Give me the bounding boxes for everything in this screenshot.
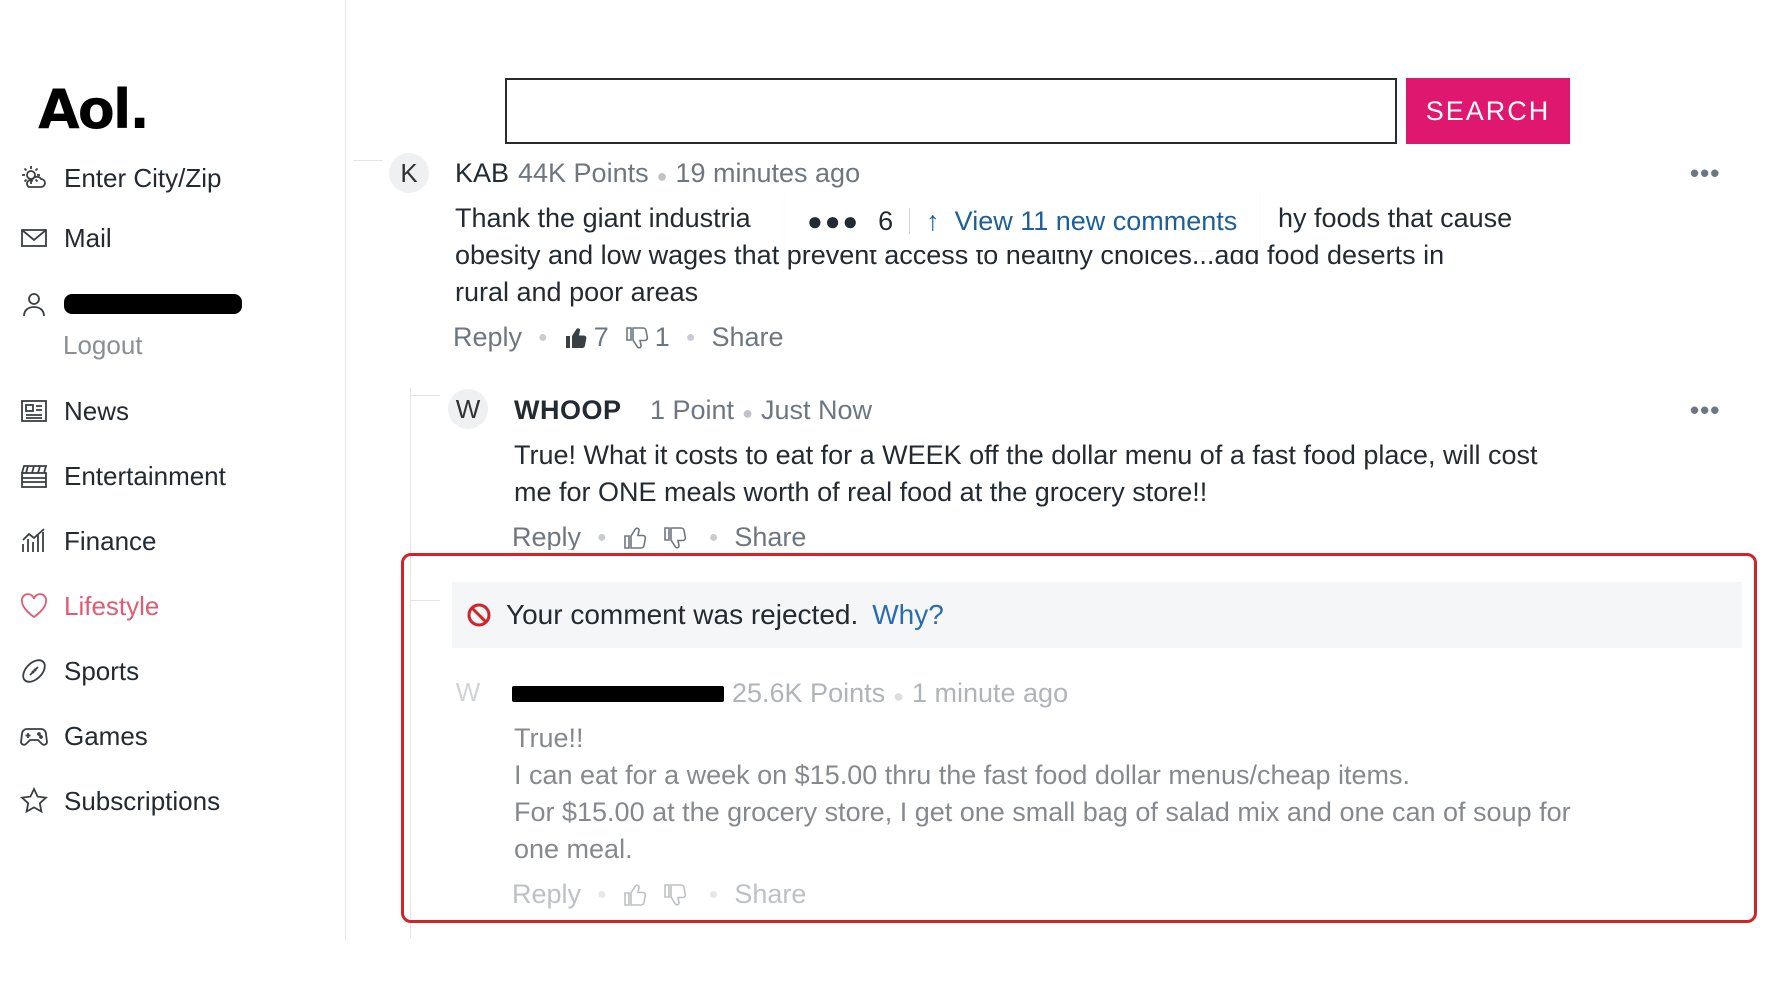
sidebar-item-games[interactable]: Games (18, 716, 148, 756)
comment-actions: Reply ● ● Share (512, 522, 806, 550)
comment-body-line: one meal. (514, 834, 633, 864)
comment-actions-clip: Reply ● ● Share (500, 520, 900, 550)
comment-author[interactable]: WHOOP (514, 395, 622, 426)
comment-author[interactable]: KAB (455, 158, 509, 189)
sidebar-item-lifestyle[interactable]: Lifestyle (18, 586, 159, 626)
reply-button[interactable]: Reply (512, 522, 581, 550)
comment-body-line: I can eat for a week on $15.00 thru the … (514, 760, 1411, 790)
comment-time: 1 minute ago (911, 678, 1069, 708)
sidebar-item-subscriptions[interactable]: Subscriptions (18, 781, 220, 821)
thumbs-down-icon (625, 326, 648, 348)
comment-meta: 44K Points ● 19 minutes ago (518, 158, 861, 188)
aol-logo[interactable]: Aol. (38, 78, 150, 141)
thumbs-down-icon (663, 883, 686, 905)
more-options-button[interactable]: ••• (1690, 158, 1720, 189)
thread-line (410, 395, 440, 396)
redacted-author (512, 686, 724, 702)
sidebar-item-news[interactable]: News (18, 391, 129, 431)
sidebar-item-account[interactable] (18, 284, 242, 324)
dislike-button[interactable]: 1 (625, 322, 670, 353)
more-options-button[interactable]: ••• (1690, 395, 1720, 426)
rejected-message: Your comment was rejected. (506, 599, 859, 630)
view-new-comments-link[interactable]: ↑ View 11 new comments (926, 206, 1237, 237)
divider (909, 208, 911, 234)
comment-time: Just Now (760, 395, 872, 425)
comment-body-line: True! What it costs to eat for a WEEK of… (514, 440, 1538, 470)
mail-icon (18, 222, 50, 254)
thumbs-up-icon[interactable] (623, 526, 647, 550)
redacted-username (64, 294, 242, 314)
football-icon (18, 655, 50, 687)
like-count: 7 (593, 322, 609, 352)
comment-body-line: hy foods that cause (1278, 203, 1513, 233)
logout-link[interactable]: Logout (63, 330, 143, 361)
comment-points: 1 Point (650, 395, 735, 425)
search-button[interactable]: SEARCH (1406, 78, 1570, 144)
typing-dots-icon: ●●● (807, 205, 861, 236)
reply-button: Reply (512, 879, 582, 909)
avatar: W (455, 676, 481, 707)
heart-icon (18, 590, 50, 622)
sidebar-item-label: Enter City/Zip (64, 162, 222, 193)
comment-time: 19 minutes ago (675, 158, 861, 188)
sidebar-item-weather[interactable]: Enter City/Zip (18, 158, 222, 198)
share-button[interactable]: Share (711, 322, 783, 353)
comment-points: 44K Points (518, 158, 649, 188)
news-icon (18, 395, 50, 427)
comment-actions: Reply ● 7 1 ● Share (453, 322, 784, 353)
chart-icon (18, 525, 50, 557)
dislike-count: 1 (654, 322, 670, 352)
comment-points: 25.6K Points (732, 678, 886, 708)
user-icon (18, 288, 50, 320)
sidebar-item-finance[interactable]: Finance (18, 521, 157, 561)
sidebar-item-sports[interactable]: Sports (18, 651, 139, 691)
new-comments-pill[interactable]: ●●● 6 ↑ View 11 new comments (785, 192, 1260, 250)
comment-body-line: For $15.00 at the grocery store, I get o… (514, 797, 1571, 827)
sidebar-item-label: Games (64, 720, 148, 751)
why-link[interactable]: Why? (872, 599, 944, 631)
prohibited-icon (467, 603, 491, 627)
sidebar-item-label: Entertainment (64, 460, 226, 491)
comment-meta: 25.6K Points ● 1 minute ago (732, 678, 1069, 708)
thumbs-down-icon[interactable] (663, 526, 687, 550)
search-box (505, 78, 1397, 144)
star-icon (18, 785, 50, 817)
comment-body-line: rural and poor areas (455, 277, 699, 307)
sidebar-item-label: Finance (64, 525, 157, 556)
arrow-up-icon: ↑ (926, 205, 940, 236)
share-button: Share (734, 879, 807, 909)
weather-icon (18, 162, 50, 194)
clapperboard-icon (18, 460, 50, 492)
thumbs-up-icon (623, 884, 646, 906)
sidebar-item-entertainment[interactable]: Entertainment (18, 456, 226, 496)
sidebar-item-label: Lifestyle (64, 590, 160, 621)
new-comments-count: 6 (878, 205, 894, 236)
comment-actions: Reply ● ● Share (512, 879, 807, 909)
thread-line (353, 160, 383, 161)
comment-body-line: Thank the giant industria (455, 203, 751, 233)
share-button[interactable]: Share (734, 522, 806, 550)
sidebar-item-mail[interactable]: Mail (18, 218, 112, 258)
thumbs-up-icon (565, 327, 587, 348)
comment-body-line: True!! (514, 723, 584, 753)
comment-meta: 1 Point ● Just Now (650, 395, 872, 425)
search-input[interactable] (507, 80, 1395, 142)
sidebar-item-label: News (64, 395, 130, 426)
sidebar-item-label: Mail (64, 222, 112, 253)
reply-button[interactable]: Reply (453, 322, 522, 353)
comment-body-line: me for ONE meals worth of real food at t… (514, 477, 1208, 507)
like-button[interactable]: 7 (564, 322, 609, 353)
rejected-notice: Your comment was rejected. Why? (452, 582, 1742, 648)
gamepad-icon (18, 720, 50, 752)
sidebar-item-label: Sports (64, 655, 140, 686)
avatar[interactable]: W (448, 389, 488, 429)
view-new-comments-label: View 11 new comments (954, 205, 1238, 236)
avatar[interactable]: K (389, 153, 429, 193)
sidebar-item-label: Subscriptions (64, 785, 221, 816)
